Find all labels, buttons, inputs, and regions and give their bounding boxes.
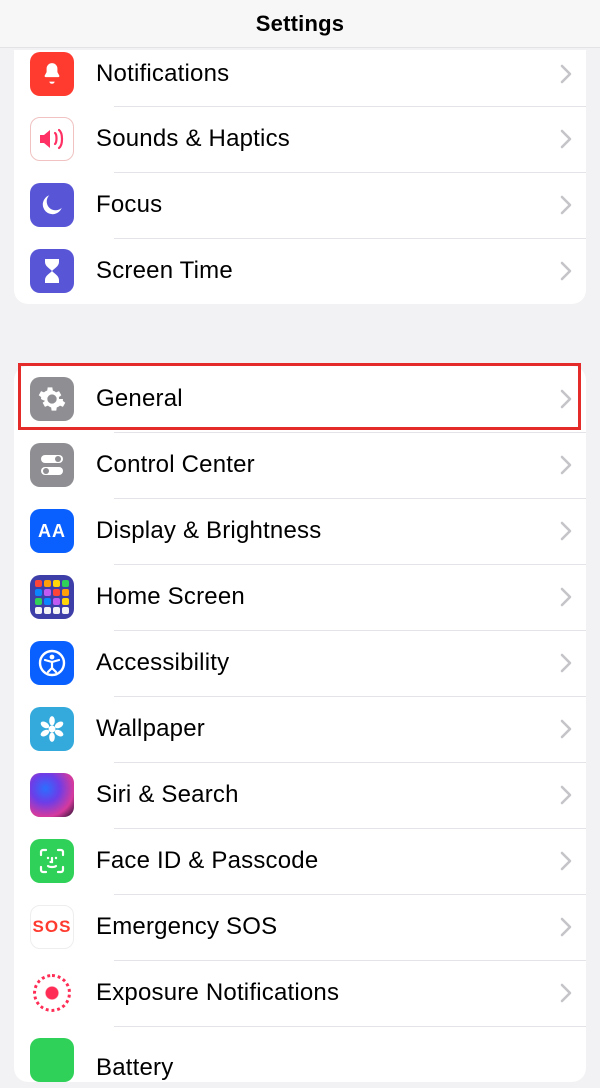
chevron-right-icon bbox=[560, 64, 572, 84]
settings-group-2: General Control Center AA Display & Brig… bbox=[14, 366, 586, 1082]
row-label: Accessibility bbox=[96, 649, 560, 677]
speaker-icon bbox=[30, 117, 74, 161]
row-label: Siri & Search bbox=[96, 781, 560, 809]
row-label: Emergency SOS bbox=[96, 913, 560, 941]
row-control-center[interactable]: Control Center bbox=[14, 432, 586, 498]
chevron-right-icon bbox=[560, 129, 572, 149]
chevron-right-icon bbox=[560, 917, 572, 937]
row-label: Exposure Notifications bbox=[96, 979, 560, 1007]
gear-icon bbox=[30, 377, 74, 421]
row-face-id-passcode[interactable]: Face ID & Passcode bbox=[14, 828, 586, 894]
row-label: Notifications bbox=[96, 60, 560, 88]
chevron-right-icon bbox=[560, 785, 572, 805]
row-label: Wallpaper bbox=[96, 715, 560, 743]
bell-icon bbox=[30, 52, 74, 96]
row-display-brightness[interactable]: AA Display & Brightness bbox=[14, 498, 586, 564]
row-exposure-notifications[interactable]: Exposure Notifications bbox=[14, 960, 586, 1026]
chevron-right-icon bbox=[560, 455, 572, 475]
chevron-right-icon bbox=[560, 719, 572, 739]
sos-text: SOS bbox=[33, 917, 72, 937]
chevron-right-icon bbox=[560, 261, 572, 281]
row-notifications[interactable]: Notifications bbox=[14, 50, 586, 106]
row-battery[interactable]: Battery bbox=[14, 1026, 586, 1082]
sos-icon: SOS bbox=[30, 905, 74, 949]
chevron-right-icon bbox=[560, 653, 572, 673]
chevron-right-icon bbox=[560, 195, 572, 215]
row-label: General bbox=[96, 385, 560, 413]
chevron-right-icon bbox=[560, 983, 572, 1003]
row-label: Screen Time bbox=[96, 257, 560, 285]
siri-icon bbox=[30, 773, 74, 817]
row-label: Control Center bbox=[96, 451, 560, 479]
chevron-right-icon bbox=[560, 851, 572, 871]
exposure-icon bbox=[30, 971, 74, 1015]
row-label: Display & Brightness bbox=[96, 517, 560, 545]
face-id-icon bbox=[30, 839, 74, 883]
row-home-screen[interactable]: Home Screen bbox=[14, 564, 586, 630]
battery-icon bbox=[30, 1038, 74, 1082]
accessibility-icon bbox=[30, 641, 74, 685]
page-title: Settings bbox=[256, 11, 344, 37]
settings-group-1: Notifications Sounds & Haptics Focus bbox=[14, 50, 586, 304]
row-label: Home Screen bbox=[96, 583, 560, 611]
row-label: Battery bbox=[96, 1054, 574, 1082]
chevron-right-icon bbox=[560, 587, 572, 607]
moon-icon bbox=[30, 183, 74, 227]
flower-icon bbox=[30, 707, 74, 751]
row-label: Focus bbox=[96, 191, 560, 219]
row-label: Face ID & Passcode bbox=[96, 847, 560, 875]
app-grid-icon bbox=[30, 575, 74, 619]
text-size-icon: AA bbox=[30, 509, 74, 553]
row-sounds-haptics[interactable]: Sounds & Haptics bbox=[14, 106, 586, 172]
hourglass-icon bbox=[30, 249, 74, 293]
settings-scroll: Notifications Sounds & Haptics Focus bbox=[0, 50, 600, 1082]
row-emergency-sos[interactable]: SOS Emergency SOS bbox=[14, 894, 586, 960]
row-accessibility[interactable]: Accessibility bbox=[14, 630, 586, 696]
row-screen-time[interactable]: Screen Time bbox=[14, 238, 586, 304]
header: Settings bbox=[0, 0, 600, 48]
row-label: Sounds & Haptics bbox=[96, 125, 560, 153]
toggles-icon bbox=[30, 443, 74, 487]
chevron-right-icon bbox=[560, 521, 572, 541]
row-wallpaper[interactable]: Wallpaper bbox=[14, 696, 586, 762]
chevron-right-icon bbox=[560, 389, 572, 409]
row-siri-search[interactable]: Siri & Search bbox=[14, 762, 586, 828]
row-focus[interactable]: Focus bbox=[14, 172, 586, 238]
row-general[interactable]: General bbox=[14, 366, 586, 432]
